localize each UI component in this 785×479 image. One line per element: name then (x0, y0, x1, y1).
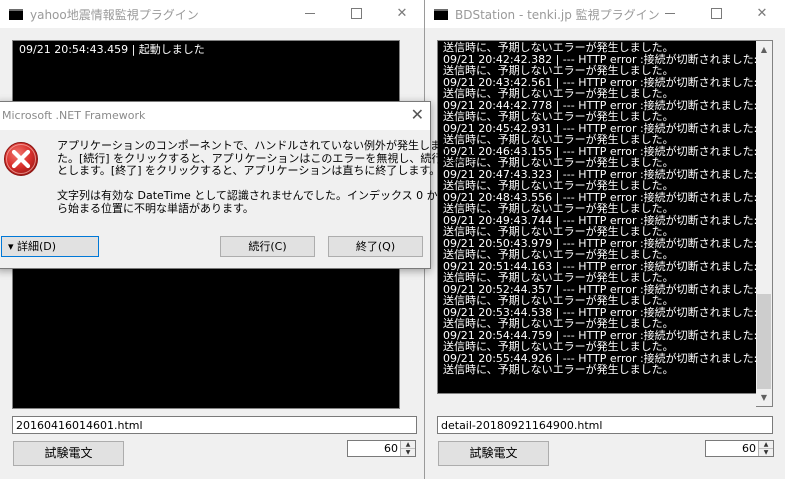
log-line: 送信時に、予期しないエラーが発生しました。 (443, 202, 674, 215)
spinner-down-icon[interactable]: ▼ (401, 449, 415, 456)
log-line: 送信時に、予期しないエラーが発生しました。 (443, 133, 674, 146)
log-line: 送信時に、予期しないエラーが発生しました。 (443, 225, 674, 238)
dialog-exception-detail: 文字列は有効な DateTime として認識されませんでした。インデックス 0 … (57, 189, 438, 215)
log-line: 送信時に、予期しないエラーが発生しました。 (443, 340, 674, 353)
dialog-title: Microsoft .NET Framework (2, 109, 146, 122)
dialog-close-button[interactable]: ✕ (411, 105, 424, 125)
right-filename-field[interactable]: detail-20180921164900.html (437, 416, 773, 434)
dialog-title-bar[interactable]: Microsoft .NET Framework ✕ (0, 102, 430, 130)
scroll-down-icon[interactable]: ▼ (756, 389, 772, 406)
right-window-title: BDStation - tenki.jp 監視プラグイン (455, 8, 660, 22)
dialog-detail-line: ら始まる位置に不明な単語があります。 (57, 201, 254, 215)
log-line: 送信時に、予期しないエラーが発生しました。 (443, 110, 674, 123)
right-log-console[interactable]: 送信時に、予期しないエラーが発生しました。 09/21 20:42:42.382 … (437, 40, 757, 394)
maximize-icon (350, 8, 362, 19)
dialog-message-line: アプリケーションのコンポーネントで、ハンドルされていない例外が発生しまし (57, 139, 453, 152)
console-app-icon (9, 9, 23, 20)
right-maximize-button[interactable] (693, 0, 739, 28)
left-interval-spinner[interactable]: 60 ▲ ▼ (347, 440, 416, 457)
log-line: 送信時に、予期しないエラーが発生しました。 (443, 87, 674, 100)
spinner-down-icon[interactable]: ▼ (759, 449, 773, 456)
quit-button[interactable]: 終了(Q) (328, 236, 423, 257)
right-test-message-button[interactable]: 試験電文 (438, 441, 549, 466)
log-line: 09/21 20:54:43.459 | 起動しました (19, 43, 205, 56)
dialog-detail-line: 文字列は有効な DateTime として認識されませんでした。インデックス 0 … (57, 189, 438, 202)
spinner-buttons: ▲ ▼ (758, 441, 773, 456)
log-line: 送信時に、予期しないエラーが発生しました。 (443, 64, 674, 77)
left-maximize-button[interactable] (333, 0, 379, 28)
right-minimize-button[interactable] (647, 0, 693, 28)
right-title-bar[interactable]: BDStation - tenki.jp 監視プラグイン ✕ (425, 0, 785, 28)
left-test-message-button[interactable]: 試験電文 (13, 441, 124, 466)
continue-button[interactable]: 続行(C) (220, 236, 315, 257)
right-close-button[interactable]: ✕ (739, 0, 785, 28)
error-icon (4, 142, 38, 176)
log-line: 送信時に、予期しないエラーが発生しました。 (443, 271, 674, 284)
right-log-lines: 送信時に、予期しないエラーが発生しました。 09/21 20:42:42.382 … (443, 41, 756, 376)
right-interval-spinner[interactable]: 60 ▲ ▼ (705, 440, 774, 457)
scrollbar-thumb[interactable] (757, 294, 771, 389)
console-app-icon (434, 9, 448, 20)
left-window-title: yahoo地震情報監視プラグイン (30, 8, 199, 22)
unhandled-exception-dialog: Microsoft .NET Framework ✕ アプリケーションのコンポー… (0, 101, 475, 269)
log-line: 送信時に、予期しないエラーが発生しました。 (443, 41, 674, 54)
log-line: 送信時に、予期しないエラーが発生しました。 (443, 317, 674, 330)
left-title-bar[interactable]: yahoo地震情報監視プラグイン ✕ (0, 0, 424, 28)
dialog-message-line: とします。[終了] をクリックすると、アプリケーションは直ちに終了します。 (57, 164, 441, 178)
log-line: 送信時に、予期しないエラーが発生しました。 (443, 248, 674, 261)
right-interval-value: 60 (742, 442, 756, 455)
left-filename-field[interactable]: 20160416014601.html (12, 416, 417, 434)
left-minimize-button[interactable] (287, 0, 333, 28)
maximize-icon (710, 8, 722, 19)
left-interval-value: 60 (384, 442, 398, 455)
spinner-buttons: ▲ ▼ (400, 441, 415, 456)
log-line: 送信時に、予期しないエラーが発生しました。 (443, 294, 674, 307)
log-line: 送信時に、予期しないエラーが発生しました。 (443, 179, 674, 192)
dialog-message: アプリケーションのコンポーネントで、ハンドルされていない例外が発生しまし た。[… (57, 139, 475, 178)
minimize-icon (665, 13, 675, 14)
details-button[interactable]: ▾ 詳細(D) (1, 236, 99, 257)
minimize-icon (305, 13, 315, 14)
log-line: 送信時に、予期しないエラーが発生しました。 (443, 156, 674, 169)
scroll-up-icon[interactable]: ▲ (756, 41, 772, 58)
right-log-scrollbar[interactable]: ▲ ▼ (756, 40, 773, 407)
left-close-button[interactable]: ✕ (379, 0, 424, 28)
spinner-up-icon[interactable]: ▲ (759, 441, 773, 449)
spinner-up-icon[interactable]: ▲ (401, 441, 415, 449)
log-line: 送信時に、予期しないエラーが発生しました。 (443, 363, 674, 376)
